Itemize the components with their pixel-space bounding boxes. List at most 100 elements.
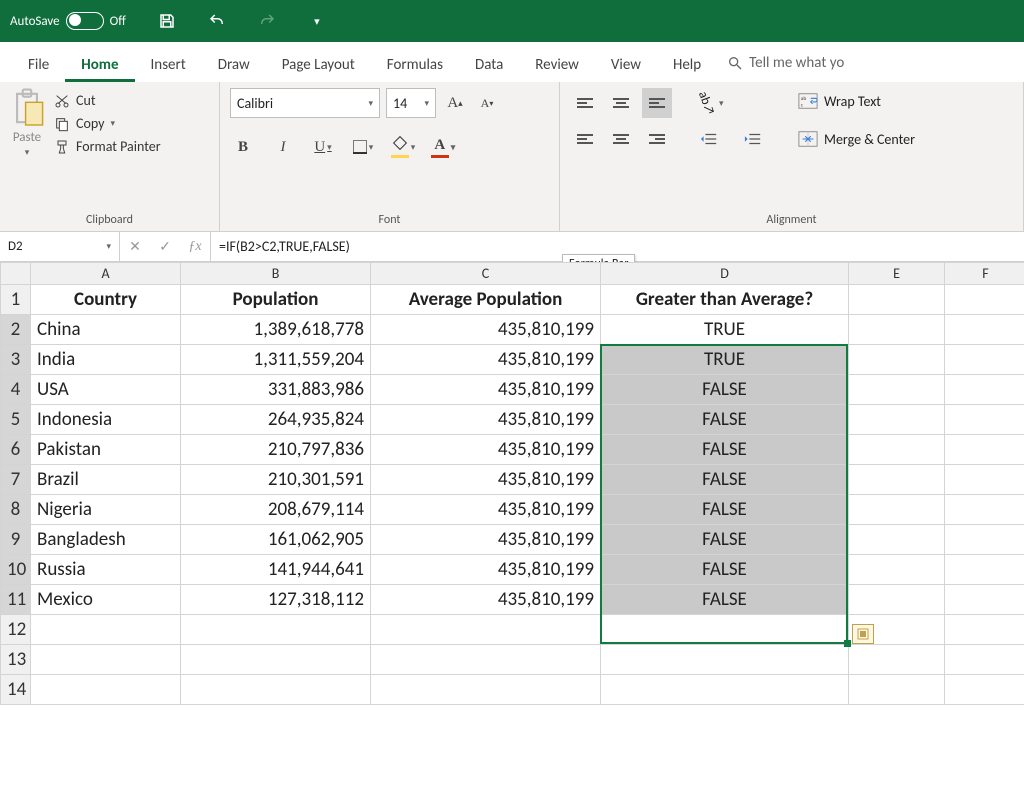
decrease-indent-button[interactable] <box>692 124 726 154</box>
row-header[interactable]: 4 <box>1 375 31 405</box>
cell-A10[interactable]: Russia <box>31 555 181 585</box>
cell-E7[interactable] <box>849 465 945 495</box>
cell-D5[interactable]: FALSE <box>601 405 849 435</box>
cell-E4[interactable] <box>849 375 945 405</box>
merge-center-button[interactable]: Merge & Center <box>798 130 915 148</box>
cell-F9[interactable] <box>945 525 1024 555</box>
cell-D7[interactable]: FALSE <box>601 465 849 495</box>
row-header[interactable]: 9 <box>1 525 31 555</box>
cell-E3[interactable] <box>849 345 945 375</box>
row-header[interactable]: 12 <box>1 615 31 645</box>
cell-B9[interactable]: 161,062,905 <box>181 525 371 555</box>
italic-button[interactable]: I <box>270 134 296 160</box>
cell-D11[interactable]: FALSE <box>601 585 849 615</box>
cell-C10[interactable]: 435,810,199 <box>371 555 601 585</box>
row-header[interactable]: 10 <box>1 555 31 585</box>
align-left-button[interactable] <box>570 124 600 154</box>
tab-formulas[interactable]: Formulas <box>371 46 459 82</box>
cell-C7[interactable]: 435,810,199 <box>371 465 601 495</box>
format-painter-button[interactable]: Format Painter <box>54 138 161 155</box>
cell-E14[interactable] <box>849 675 945 705</box>
cell-B3[interactable]: 1,311,559,204 <box>181 345 371 375</box>
cell-B7[interactable]: 210,301,591 <box>181 465 371 495</box>
cell-F10[interactable] <box>945 555 1024 585</box>
row-header[interactable]: 3 <box>1 345 31 375</box>
cell-D3[interactable]: TRUE <box>601 345 849 375</box>
tab-draw[interactable]: Draw <box>202 46 266 82</box>
cell-D9[interactable]: FALSE <box>601 525 849 555</box>
toggle-switch-icon[interactable] <box>66 12 104 30</box>
wrap-text-button[interactable]: abc Wrap Text <box>798 92 915 110</box>
cell-E1[interactable] <box>849 285 945 315</box>
cell-F13[interactable] <box>945 645 1024 675</box>
tell-me-search[interactable]: Tell me what yo <box>717 44 854 82</box>
tab-help[interactable]: Help <box>657 46 717 82</box>
worksheet[interactable]: A B C D E F 1CountryPopulationAverage Po… <box>0 262 1024 705</box>
cell-F14[interactable] <box>945 675 1024 705</box>
cell-D8[interactable]: FALSE <box>601 495 849 525</box>
cell-C2[interactable]: 435,810,199 <box>371 315 601 345</box>
cell-C9[interactable]: 435,810,199 <box>371 525 601 555</box>
cell-E8[interactable] <box>849 495 945 525</box>
cell-A14[interactable] <box>31 675 181 705</box>
cell-F11[interactable] <box>945 585 1024 615</box>
autofill-options-button[interactable] <box>852 624 874 644</box>
cell-D4[interactable]: FALSE <box>601 375 849 405</box>
cell-A8[interactable]: Nigeria <box>31 495 181 525</box>
cell-D1[interactable]: Greater than Average? <box>601 285 849 315</box>
fill-color-button[interactable] <box>390 134 416 160</box>
cell-C12[interactable] <box>371 615 601 645</box>
autosave-toggle[interactable]: AutoSave Off <box>10 12 126 30</box>
cell-F2[interactable] <box>945 315 1024 345</box>
cell-C5[interactable]: 435,810,199 <box>371 405 601 435</box>
cell-A13[interactable] <box>31 645 181 675</box>
enter-formula-button[interactable]: ✓ <box>150 238 180 255</box>
cell-B2[interactable]: 1,389,618,778 <box>181 315 371 345</box>
cell-B10[interactable]: 141,944,641 <box>181 555 371 585</box>
col-header-E[interactable]: E <box>849 263 945 285</box>
cell-D10[interactable]: FALSE <box>601 555 849 585</box>
tab-home[interactable]: Home <box>65 46 134 82</box>
increase-indent-button[interactable] <box>736 124 770 154</box>
cell-C13[interactable] <box>371 645 601 675</box>
col-header-C[interactable]: C <box>371 263 601 285</box>
orientation-button[interactable]: ab↗▾ <box>692 88 726 118</box>
cell-F1[interactable] <box>945 285 1024 315</box>
undo-icon[interactable] <box>208 12 226 30</box>
save-icon[interactable] <box>158 12 176 30</box>
row-header[interactable]: 5 <box>1 405 31 435</box>
cell-B8[interactable]: 208,679,114 <box>181 495 371 525</box>
cell-D6[interactable]: FALSE <box>601 435 849 465</box>
font-size-combo[interactable]: 14 ▾ <box>386 88 436 118</box>
cell-D13[interactable] <box>601 645 849 675</box>
cell-E6[interactable] <box>849 435 945 465</box>
cell-B1[interactable]: Population <box>181 285 371 315</box>
tab-view[interactable]: View <box>595 46 657 82</box>
cell-F7[interactable] <box>945 465 1024 495</box>
cell-A2[interactable]: China <box>31 315 181 345</box>
insert-function-button[interactable]: ƒx <box>180 239 210 255</box>
row-header[interactable]: 2 <box>1 315 31 345</box>
cell-B11[interactable]: 127,318,112 <box>181 585 371 615</box>
cell-C14[interactable] <box>371 675 601 705</box>
cell-B14[interactable] <box>181 675 371 705</box>
cell-C11[interactable]: 435,810,199 <box>371 585 601 615</box>
paste-button[interactable]: Paste ▾ <box>10 88 44 158</box>
borders-button[interactable] <box>350 134 376 160</box>
row-header[interactable]: 7 <box>1 465 31 495</box>
align-bottom-button[interactable] <box>642 88 672 118</box>
cell-F3[interactable] <box>945 345 1024 375</box>
cell-E5[interactable] <box>849 405 945 435</box>
cell-E13[interactable] <box>849 645 945 675</box>
col-header-F[interactable]: F <box>945 263 1024 285</box>
cell-D2[interactable]: TRUE <box>601 315 849 345</box>
row-header[interactable]: 8 <box>1 495 31 525</box>
cell-C1[interactable]: Average Population <box>371 285 601 315</box>
increase-font-size-button[interactable]: A▴ <box>442 90 468 116</box>
underline-button[interactable]: U <box>310 134 336 160</box>
cell-E9[interactable] <box>849 525 945 555</box>
cell-F12[interactable] <box>945 615 1024 645</box>
tab-file[interactable]: File <box>12 46 65 82</box>
cell-B4[interactable]: 331,883,986 <box>181 375 371 405</box>
tab-review[interactable]: Review <box>519 46 595 82</box>
